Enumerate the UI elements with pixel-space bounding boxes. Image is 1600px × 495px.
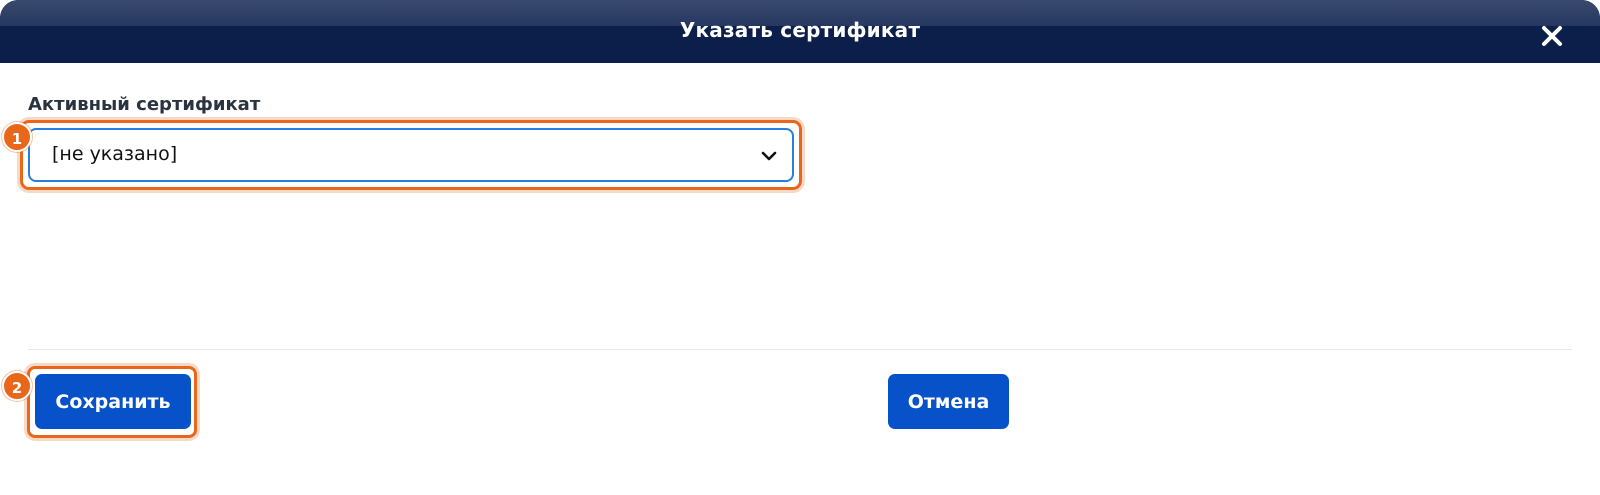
close-icon[interactable]: [1540, 24, 1564, 48]
certificate-label: Активный сертификат: [28, 94, 261, 115]
save-button[interactable]: Сохранить: [35, 374, 191, 429]
dialog-title: Указать сертификат: [679, 18, 921, 42]
certificate-select-highlight: [не указано]: [20, 120, 802, 190]
certificate-dialog: Указать сертификат Активный сертификат […: [0, 0, 1600, 495]
certificate-select-value: [не указано]: [52, 143, 178, 165]
step-badge-1: 1: [2, 122, 32, 152]
cancel-button[interactable]: Отмена: [888, 374, 1009, 429]
step-badge-2: 2: [2, 371, 32, 401]
chevron-down-icon: [760, 147, 778, 165]
certificate-select[interactable]: [не указано]: [28, 128, 794, 182]
close-icon-svg: [1542, 26, 1562, 46]
dialog-header: Указать сертификат: [0, 0, 1600, 63]
footer-divider: [28, 349, 1572, 350]
